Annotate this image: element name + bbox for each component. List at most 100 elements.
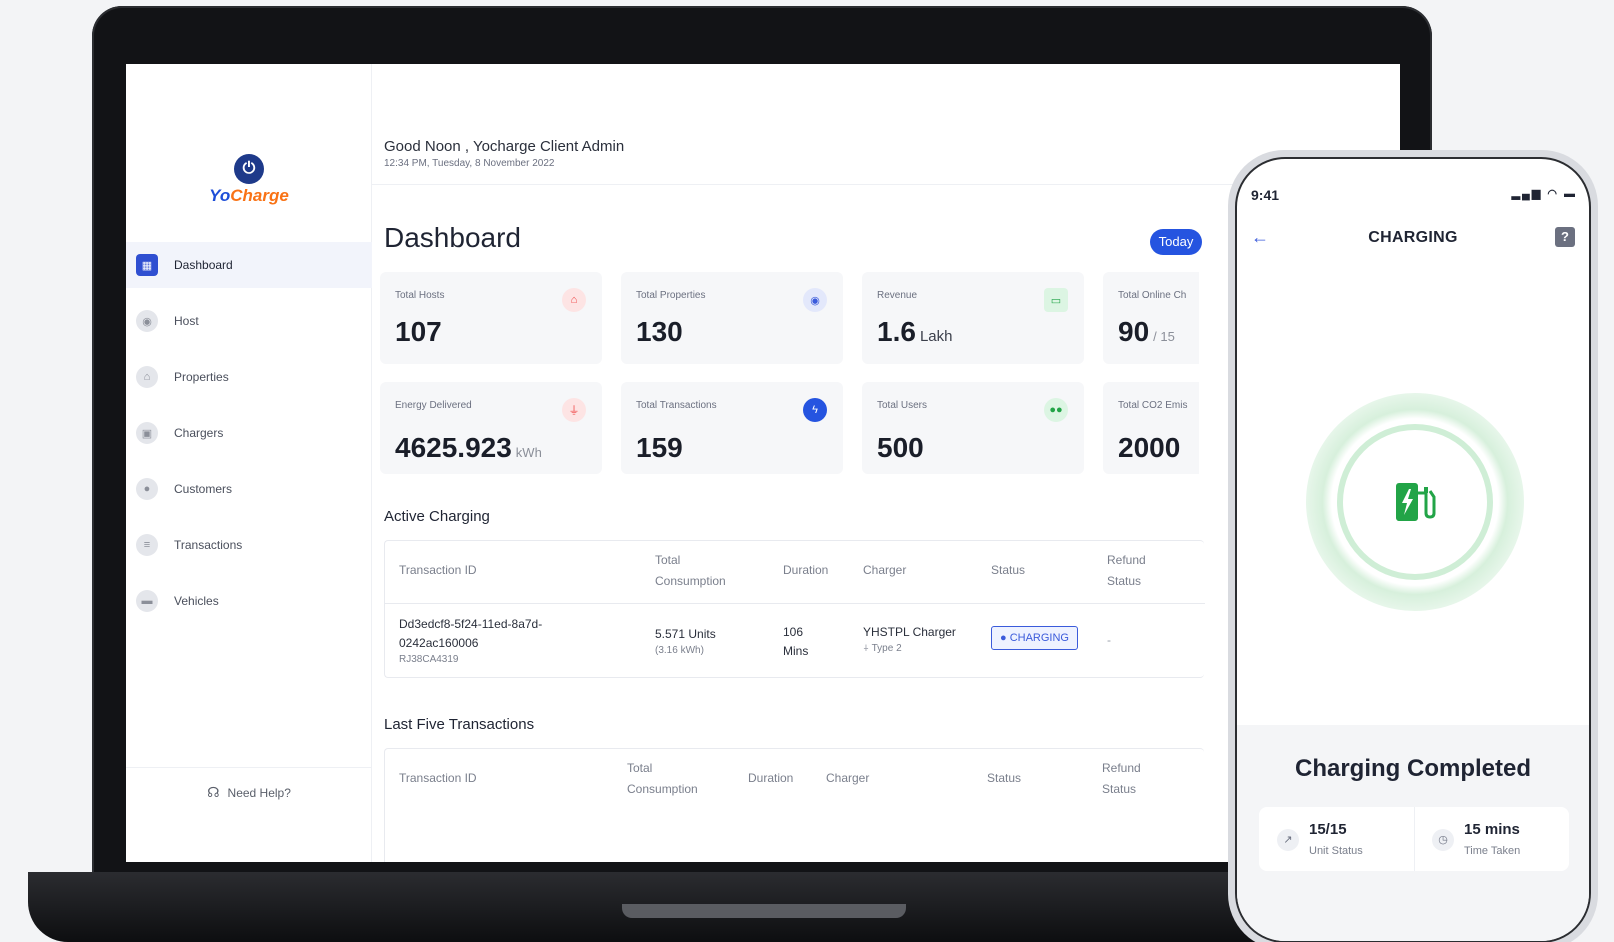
column-header: Transaction ID xyxy=(399,771,477,785)
phone-screen: 9:41 ▂▄▆ ◠ ▬ ← CHARGING ? Charging Compl… xyxy=(1235,157,1591,942)
headset-icon: ☊ xyxy=(207,784,220,800)
plug-icon: ⏚ xyxy=(562,398,586,422)
card-label: Total Online Ch xyxy=(1118,290,1187,301)
charging-stats: ↗ 15/15 Unit Status ◷ 15 mins Time Taken xyxy=(1259,807,1569,871)
logo-text: YoCharge xyxy=(209,186,289,205)
sidebar-item-label: Transactions xyxy=(174,538,243,552)
column-header: Refund Status xyxy=(1102,761,1141,796)
dashboard-screen: ⏻ YoCharge ▦ Dashboard ◉ Host ⌂ Properti… xyxy=(126,64,1400,862)
unit-status-label: Unit Status xyxy=(1309,845,1363,857)
column-header: Total Consumption xyxy=(655,553,726,588)
list-icon: ≡ xyxy=(136,534,158,556)
charging-ring xyxy=(1306,393,1524,611)
sidebar-nav: ▦ Dashboard ◉ Host ⌂ Properties ▣ Charge… xyxy=(126,242,372,634)
column-header: Charger xyxy=(826,771,870,785)
card-value: 130 xyxy=(636,316,683,347)
unit-status-value: 15/15 xyxy=(1309,821,1347,838)
card-label: Total Transactions xyxy=(636,400,717,411)
card-value: 500 xyxy=(877,432,924,463)
column-header: Transaction ID xyxy=(399,563,477,577)
phone-title: CHARGING xyxy=(1368,229,1458,246)
card-label: Total CO2 Emis xyxy=(1118,400,1188,411)
stat-card-total-transactions[interactable]: Total Transactions ϟ 159 xyxy=(621,382,843,474)
column-header: Total Consumption xyxy=(627,761,698,796)
table-row-transaction-id[interactable]: Dd3edcf8-5f24-11ed-8a7d-0242ac160006 RJ3… xyxy=(399,615,584,667)
card-label: Total Properties xyxy=(636,290,706,301)
stat-card-total-online-chargers[interactable]: Total Online Ch 90/ 15 xyxy=(1103,272,1199,364)
time-taken-stat: ◷ 15 mins Time Taken xyxy=(1414,807,1569,871)
need-help-label: Need Help? xyxy=(227,785,291,800)
stat-card-total-co2-emissions[interactable]: Total CO2 Emis 2000 xyxy=(1103,382,1199,474)
sidebar-item-dashboard[interactable]: ▦ Dashboard xyxy=(126,242,372,288)
phone-header: ← CHARGING ? xyxy=(1237,219,1589,269)
card-value: 1.6 Lakh xyxy=(877,316,953,347)
signal-wifi-battery-icon: ▂▄▆ ◠ ▬ xyxy=(1511,188,1577,200)
sidebar-item-label: Dashboard xyxy=(174,258,233,272)
house-icon: ⌂ xyxy=(562,288,586,312)
charging-completed-title: Charging Completed xyxy=(1294,755,1531,782)
need-help-link[interactable]: ☊ Need Help? xyxy=(126,767,372,817)
cash-icon: ▭ xyxy=(1044,288,1068,312)
charging-summary: Charging Completed ↗ 15/15 Unit Status ◷… xyxy=(1237,725,1589,941)
stat-card-total-hosts[interactable]: Total Hosts ⌂ 107 xyxy=(380,272,602,364)
card-value: 4625.923 kWh xyxy=(395,432,542,463)
today-filter-button[interactable]: Today xyxy=(1150,229,1202,255)
last-five-transactions-table: Transaction ID Total Consumption Duratio… xyxy=(384,748,1204,862)
last-five-transactions-title: Last Five Transactions xyxy=(384,716,535,733)
status-bar: 9:41 ▂▄▆ ◠ ▬ xyxy=(1251,187,1581,203)
active-charging-title: Active Charging xyxy=(384,508,490,525)
sidebar-item-customers[interactable]: ● Customers xyxy=(126,466,372,512)
charging-visual xyxy=(1237,269,1589,725)
help-button[interactable]: ? xyxy=(1555,227,1575,247)
stat-card-total-properties[interactable]: Total Properties ◉ 130 xyxy=(621,272,843,364)
page-title: Dashboard xyxy=(384,222,521,253)
card-value: 90/ 15 xyxy=(1118,316,1175,347)
card-value: 2000 xyxy=(1118,432,1181,463)
card-label: Total Users xyxy=(877,400,928,411)
logo-plug-icon: ⏻ xyxy=(234,154,264,184)
stat-card-energy-delivered[interactable]: Energy Delivered ⏚ 4625.923 kWh xyxy=(380,382,602,474)
sidebar-item-chargers[interactable]: ▣ Chargers xyxy=(126,410,372,456)
sidebar-item-label: Vehicles xyxy=(174,594,219,608)
column-header: Duration xyxy=(783,563,829,577)
card-value: 159 xyxy=(636,432,683,463)
laptop-notch xyxy=(622,904,906,918)
sidebar-item-properties[interactable]: ⌂ Properties xyxy=(126,354,372,400)
location-pin-icon: ◉ xyxy=(803,288,827,312)
time-taken-value: 15 mins xyxy=(1464,821,1520,838)
connector-icon: ⍭ xyxy=(863,643,872,654)
greeting: Good Noon , Yocharge Client Admin 12:34 … xyxy=(384,138,624,169)
trend-icon: ↗ xyxy=(1277,829,1299,851)
table-row-consumption: 5.571 Units (3.16 kWh) xyxy=(655,627,716,656)
dashboard-icon: ▦ xyxy=(136,254,158,276)
column-header: Charger xyxy=(863,563,907,577)
sidebar-item-vehicles[interactable]: ▬ Vehicles xyxy=(126,578,372,624)
stat-card-total-users[interactable]: Total Users ●● 500 xyxy=(862,382,1084,474)
house-icon: ⌂ xyxy=(136,366,158,388)
location-pin-icon: ◉ xyxy=(136,310,158,332)
sidebar-item-label: Host xyxy=(174,314,199,328)
sidebar-item-host[interactable]: ◉ Host xyxy=(126,298,372,344)
yocharge-logo[interactable]: ⏻ YoCharge xyxy=(204,154,294,206)
header-divider xyxy=(385,603,1205,604)
time-taken-label: Time Taken xyxy=(1464,845,1521,857)
sidebar-item-transactions[interactable]: ≡ Transactions xyxy=(126,522,372,568)
table-row-refund-status: - xyxy=(1107,633,1111,647)
greeting-title: Good Noon , Yocharge Client Admin xyxy=(384,138,625,155)
status-badge: ● CHARGING xyxy=(991,626,1078,650)
unit-status-stat: ↗ 15/15 Unit Status xyxy=(1259,807,1414,871)
car-icon: ▬ xyxy=(136,590,158,612)
charging-ring-inner xyxy=(1343,430,1487,574)
sidebar-item-label: Chargers xyxy=(174,426,224,440)
greeting-datetime: 12:34 PM, Tuesday, 8 November 2022 xyxy=(384,158,555,169)
clock-icon: ◷ xyxy=(1432,829,1454,851)
card-label: Energy Delivered xyxy=(395,400,472,411)
charger-icon: ▣ xyxy=(136,422,158,444)
column-header: Refund Status xyxy=(1107,553,1146,588)
table-row-duration: 106 Mins xyxy=(783,625,809,658)
card-label: Total Hosts xyxy=(395,290,445,301)
phone-frame: 9:41 ▂▄▆ ◠ ▬ ← CHARGING ? Charging Compl… xyxy=(1228,150,1598,942)
status-time: 9:41 xyxy=(1251,187,1280,203)
stat-card-revenue[interactable]: Revenue ▭ 1.6 Lakh xyxy=(862,272,1084,364)
sidebar-item-label: Customers xyxy=(174,482,233,496)
